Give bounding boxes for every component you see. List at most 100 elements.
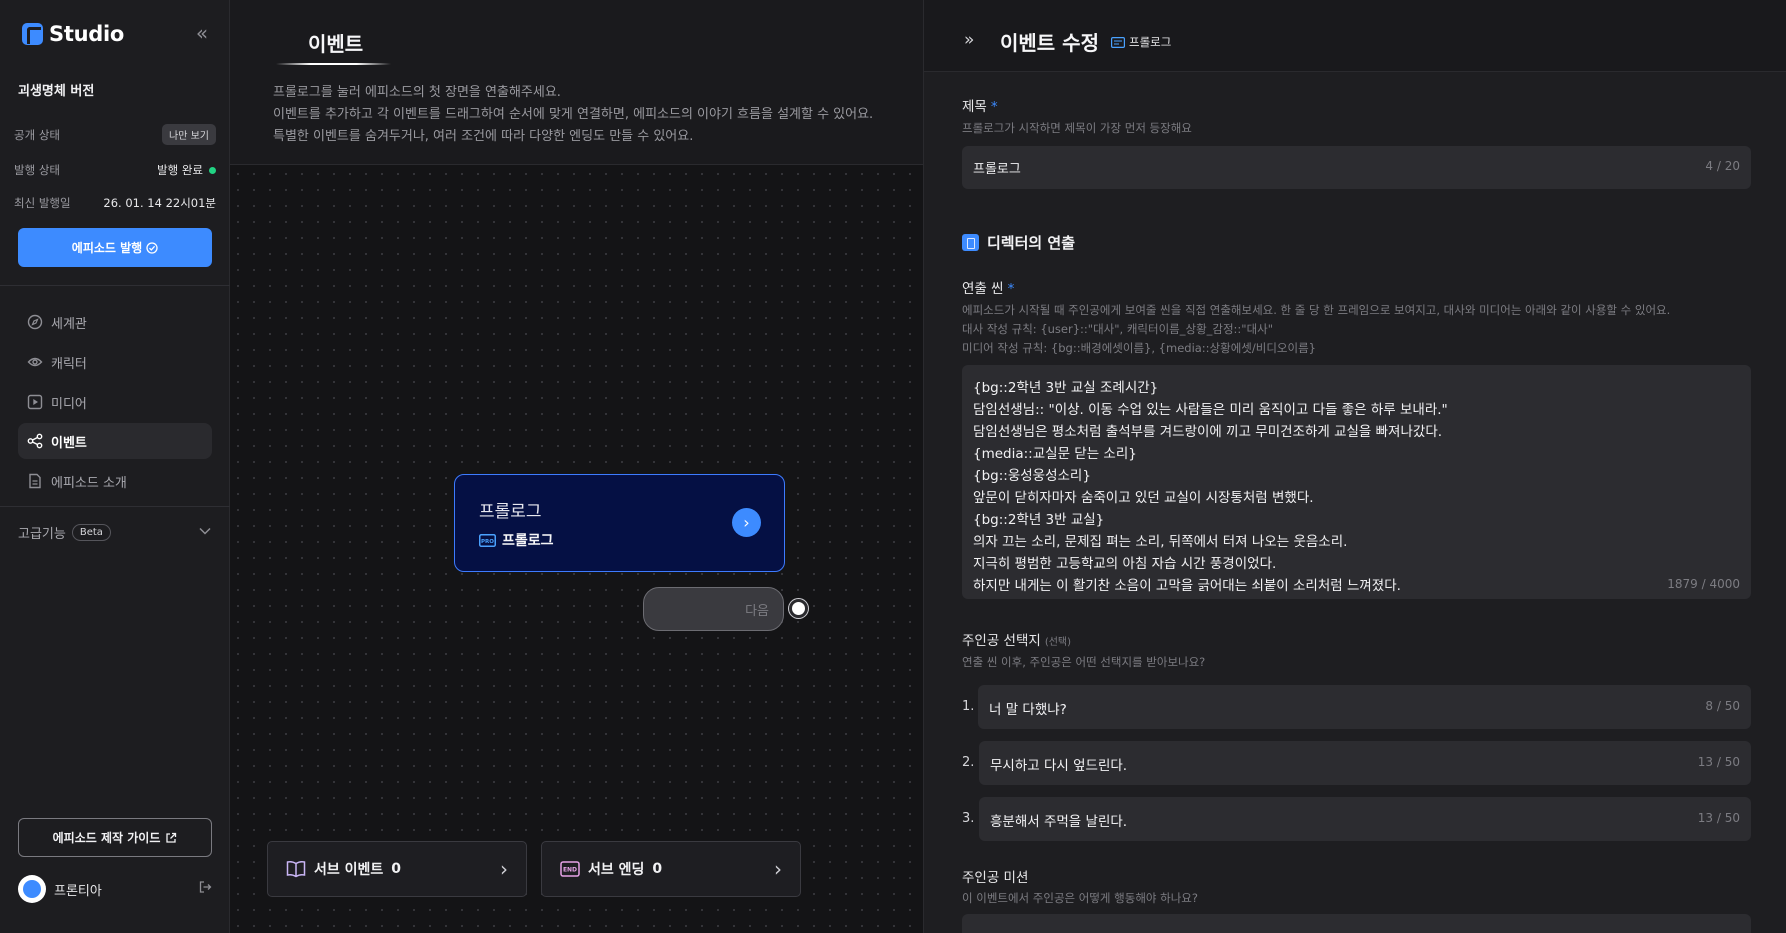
- prologue-tag-text: PRO: [481, 539, 494, 545]
- character-icon: [26, 354, 43, 371]
- sidebar-item-worldview[interactable]: 세계관: [18, 304, 212, 340]
- scene-help-line: 에피소드가 시작될 때 주인공에게 보여줄 씬을 직접 연출해보세요. 한 줄 …: [962, 303, 1671, 317]
- last-published-row: 최신 발행일 26. 01. 14 22시01분: [14, 195, 216, 211]
- sub-ending-button[interactable]: END 서브 엔딩 0 ›: [541, 841, 801, 897]
- beta-badge: Beta: [71, 524, 111, 541]
- studio-logo[interactable]: Studio: [22, 22, 124, 46]
- script-line: 담임선생님은 평소처럼 출석부를 겨드랑이에 끼고 무미건조하게 교실을 빠져나…: [973, 424, 1443, 440]
- choice-char-count: 13 / 50: [1697, 811, 1740, 825]
- scene-label-text: 연출 씬: [962, 281, 1004, 297]
- project-title: 괴생명체 버전: [18, 84, 95, 99]
- next-connector[interactable]: 다음: [643, 587, 784, 631]
- visibility-badge[interactable]: 나만 보기: [162, 124, 216, 145]
- guide-button-label: 에피소드 제작 가이드: [52, 831, 161, 845]
- script-line: {media::교실문 닫는 소리}: [973, 446, 1137, 462]
- required-mark: *: [990, 99, 998, 115]
- sidebar-item-character[interactable]: 캐릭터: [18, 344, 212, 380]
- share-nodes-icon: [26, 433, 43, 450]
- sub-event-label: 서브 이벤트: [314, 862, 384, 878]
- panel-tag-label: 프롤로그: [1129, 35, 1172, 49]
- choice-number: 2.: [962, 755, 975, 770]
- choice-text: 너 말 다했냐?: [989, 702, 1067, 718]
- panel-event-tag: 프롤로그: [1111, 34, 1171, 50]
- publish-episode-button[interactable]: 에피소드 발행: [18, 228, 212, 267]
- publish-button-label: 에피소드 발행: [71, 241, 143, 255]
- last-published-value: 26. 01. 14 22시01분: [103, 196, 216, 210]
- choice-field-label: 주인공 선택지 (선택): [962, 629, 1071, 649]
- choice-label-text: 주인공 선택지: [962, 633, 1041, 649]
- title-char-count: 4 / 20: [1705, 159, 1740, 173]
- scene-help-line: 대사 작성 규칙: {user}::"대사", 캐릭터이름_상황_감정::"대사…: [962, 322, 1274, 336]
- book-icon: [286, 860, 306, 878]
- choice-char-count: 8 / 50: [1705, 699, 1740, 713]
- connection-handle[interactable]: [789, 599, 808, 618]
- sidebar-item-media[interactable]: 미디어: [18, 384, 212, 420]
- mission-help: 이 이벤트에서 주인공은 어떻게 행동해야 하나요?: [962, 891, 1198, 905]
- sub-ending-label: 서브 엔딩: [588, 862, 645, 878]
- scene-help: 에피소드가 시작될 때 주인공에게 보여줄 씬을 직접 연출해보세요. 한 줄 …: [962, 301, 1670, 358]
- sidebar-item-label: 에피소드 소개: [51, 475, 127, 491]
- section-title: 디렉터의 연출: [987, 234, 1076, 252]
- scene-field-label: 연출 씬 *: [962, 277, 1014, 297]
- scene-script-textarea[interactable]: {bg::2학년 3반 교실 조례시간} 담임선생님:: "이상. 이동 수업 …: [962, 365, 1751, 599]
- node-subtitle-text: 프롤로그: [502, 533, 554, 549]
- prologue-tag-icon: [1111, 36, 1125, 48]
- sidebar-item-label: 캐릭터: [51, 356, 87, 372]
- page-description: 프롤로그를 눌러 에피소드의 첫 장면을 연출해주세요. 이벤트를 추가하고 각…: [273, 82, 873, 148]
- visibility-label: 공개 상태: [14, 127, 60, 142]
- studio-app: Studio « 괴생명체 버전 공개 상태 나만 보기 발행 상태 발행 완료…: [0, 0, 1786, 933]
- title-field-help: 프롤로그가 시작하면 제목이 가장 먼저 등장해요: [962, 121, 1192, 135]
- scene-script-lines: {bg::2학년 3반 교실 조례시간} 담임선생님:: "이상. 이동 수업 …: [973, 377, 1448, 597]
- sidebar-divider: [0, 506, 230, 507]
- script-line: 의자 끄는 소리, 문제집 펴는 소리, 뒤쪽에서 터져 나오는 웃음소리.: [973, 534, 1348, 550]
- choice-number: 3.: [962, 811, 975, 826]
- compass-icon: [26, 314, 43, 331]
- choice-number: 1.: [962, 699, 975, 714]
- logout-icon[interactable]: [198, 880, 212, 898]
- sidebar-item-events[interactable]: 이벤트: [18, 423, 212, 459]
- end-tag-icon: END: [560, 861, 580, 877]
- director-section-header: 디렉터의 연출: [962, 232, 1075, 253]
- title-input[interactable]: 프롤로그 4 / 20: [962, 146, 1751, 189]
- publish-status-label: 발행 상태: [14, 163, 60, 177]
- title-input-value: 프롤로그: [973, 162, 1021, 177]
- sub-ending-count: 0: [652, 861, 663, 877]
- chevron-right-icon: ›: [774, 857, 782, 881]
- expand-panel-icon[interactable]: »: [964, 30, 974, 50]
- choice-input-2[interactable]: 무시하고 다시 엎드린다. 13 / 50: [979, 741, 1751, 785]
- choice-input-3[interactable]: 흥분해서 주먹을 날린다. 13 / 50: [979, 797, 1751, 841]
- event-edit-panel: » 이벤트 수정 프롤로그 제목 * 프롤로그가 시작하면 제목이 가장 먼저 등…: [923, 0, 1786, 933]
- avatar: [18, 875, 46, 903]
- choice-input-1[interactable]: 너 말 다했냐? 8 / 50: [978, 685, 1751, 729]
- script-line: 지극히 평범한 고등학교의 아침 자습 시간 풍경이었다.: [973, 556, 1277, 572]
- sidebar-divider: [0, 285, 230, 286]
- next-label: 다음: [745, 603, 769, 619]
- end-tag-text: END: [563, 867, 577, 874]
- title-underline: [276, 63, 391, 65]
- user-profile[interactable]: 프론티아: [18, 875, 212, 903]
- page-title: 이벤트: [308, 32, 364, 56]
- visibility-row: 공개 상태 나만 보기: [14, 124, 216, 145]
- sub-event-button[interactable]: 서브 이벤트 0 ›: [267, 841, 527, 897]
- choice-text: 흥분해서 주먹을 날린다.: [990, 814, 1128, 830]
- script-line: 하지만 내게는 이 활기찬 소음이 고막을 긁어대는 쇠붙이 소리처럼 느껴졌다…: [973, 578, 1401, 594]
- episode-guide-button[interactable]: 에피소드 제작 가이드: [18, 818, 212, 857]
- collapse-sidebar-button[interactable]: «: [191, 22, 213, 44]
- mission-input[interactable]: [962, 914, 1751, 933]
- scene-char-count: 1879 / 4000: [1667, 577, 1740, 591]
- director-icon: [962, 234, 979, 251]
- title-field-label-text: 제목: [962, 99, 987, 115]
- sidebar-item-label: 미디어: [51, 396, 87, 412]
- external-link-icon: [166, 832, 177, 843]
- sidebar-item-label: 이벤트: [51, 435, 87, 451]
- sidebar-item-episode-intro[interactable]: 에피소드 소개: [18, 463, 212, 499]
- user-name: 프론티아: [54, 883, 102, 899]
- prologue-event-node[interactable]: 프롤로그 PRO 프롤로그 ›: [454, 474, 785, 572]
- chevron-down-icon: [198, 524, 212, 542]
- choice-text: 무시하고 다시 엎드린다.: [990, 758, 1128, 774]
- advanced-features-toggle[interactable]: 고급기능 Beta: [18, 523, 212, 542]
- open-node-button[interactable]: ›: [732, 508, 761, 537]
- description-line: 이벤트를 추가하고 각 이벤트를 드래그하여 순서에 맞게 연결하면, 에피소드…: [273, 107, 874, 122]
- scene-help-line: 미디어 작성 규칙: {bg::배경에셋이름}, {media::상황에셋/비디…: [962, 341, 1316, 355]
- mission-field-label: 주인공 미션: [962, 870, 1029, 886]
